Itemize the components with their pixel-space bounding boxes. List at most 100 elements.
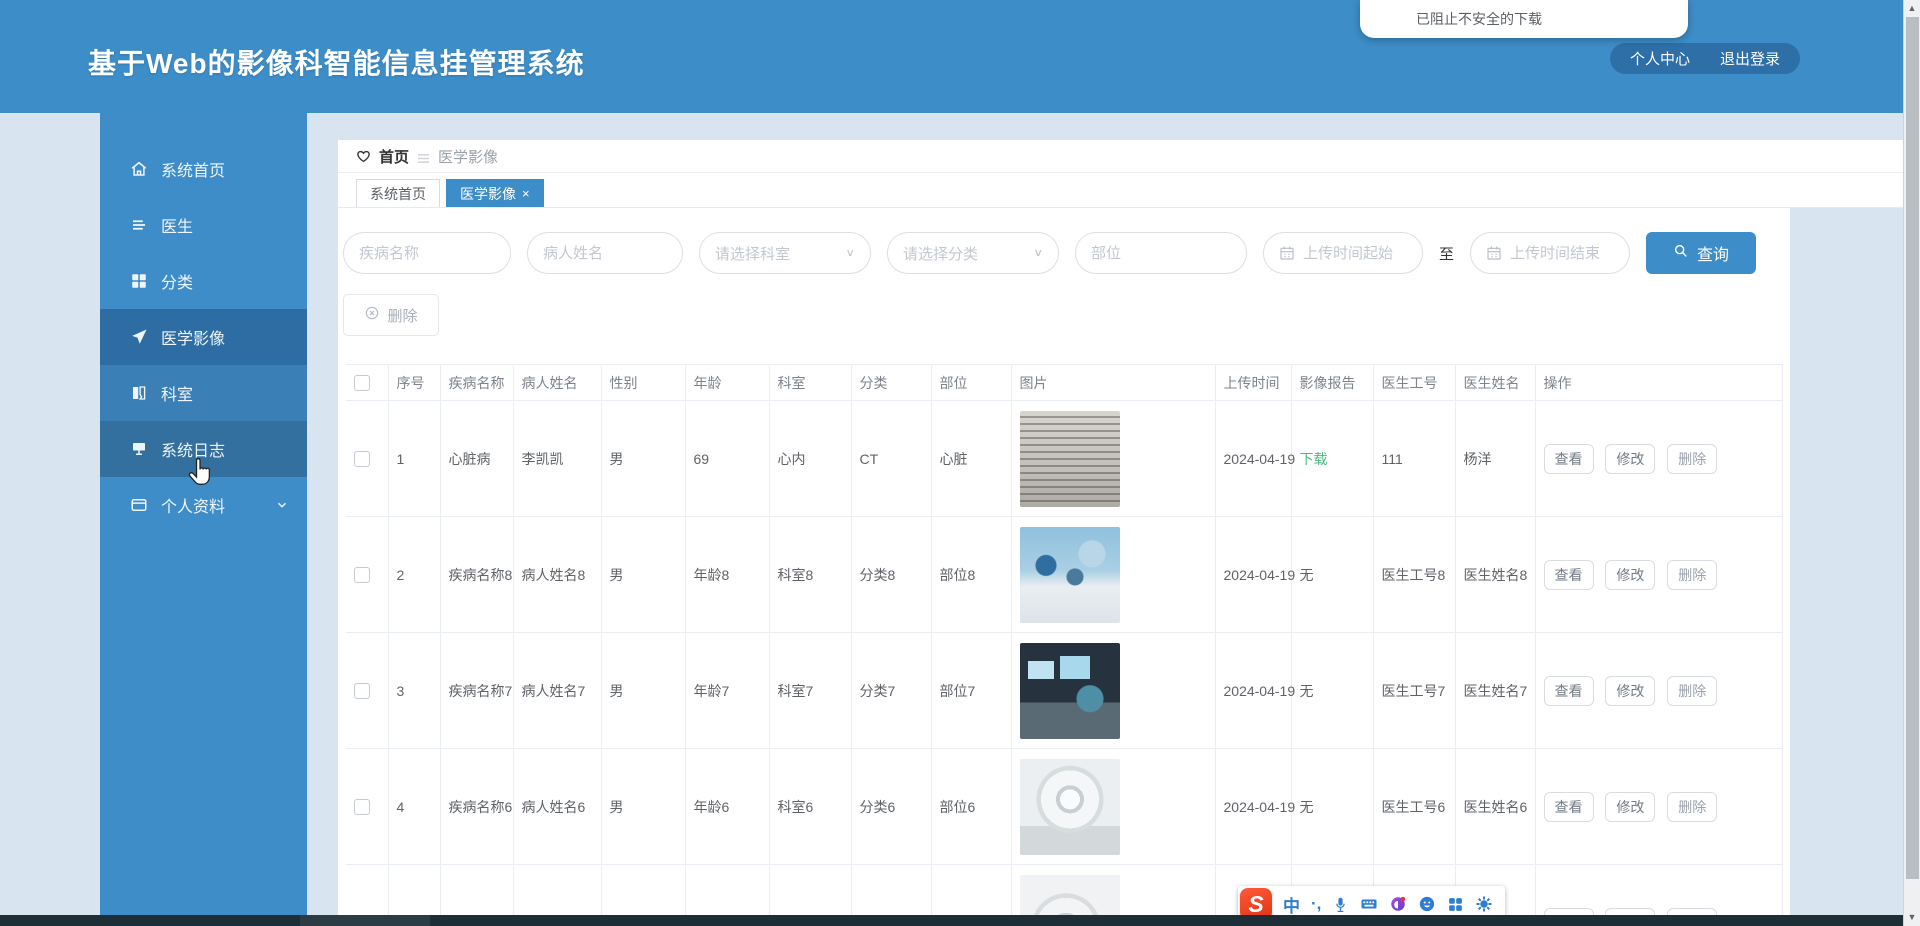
view-button[interactable]: 查看 (1543, 675, 1594, 706)
chinese-mode-icon[interactable]: 中 (1283, 892, 1300, 917)
content-card: 请选择科室 ∨ 请选择分类 ∨ 至 (338, 208, 1790, 915)
sidebar-item-departments[interactable]: 科室 (100, 365, 307, 421)
upload-date-start-input[interactable] (1303, 244, 1407, 262)
settings-gear-icon[interactable] (1475, 895, 1493, 913)
select-all-checkbox[interactable] (354, 375, 370, 392)
tab-system-home[interactable]: 系统首页 (356, 179, 440, 207)
tab-bar: 系统首页 医学影像 × (338, 173, 1903, 207)
col-actions: 操作 (1535, 364, 1783, 401)
view-button[interactable]: 查看 (1543, 443, 1594, 474)
punctuation-icon[interactable]: ·, (1311, 894, 1321, 914)
mouse-cursor-hand (186, 458, 214, 488)
table-row: 4 疾病名称6 病人姓名6 男 年龄6 科室6 分类6 部位6 2024-04-… (346, 748, 1783, 865)
col-upload: 上传时间 (1215, 364, 1292, 401)
vertical-scrollbar[interactable]: ▲ ▼ (1903, 0, 1920, 926)
search-icon (1673, 243, 1689, 264)
book-icon (130, 384, 148, 402)
disease-name-input[interactable] (359, 244, 495, 262)
tab-close-icon[interactable]: × (522, 187, 530, 200)
search-button[interactable]: 查询 (1646, 232, 1757, 274)
col-doctor-name: 医生姓名 (1455, 364, 1536, 401)
radiology-workstation-photo[interactable] (1019, 642, 1120, 739)
heart-icon (356, 149, 371, 164)
sidebar-item-doctors[interactable]: 医生 (100, 197, 307, 253)
edit-button[interactable]: 修改 (1605, 675, 1656, 706)
category-select[interactable]: 请选择分类 ∨ (887, 232, 1059, 274)
content-topbar: 首页 医学影像 系统首页 医学影像 × (338, 140, 1903, 208)
taskbar-segment (300, 915, 430, 926)
sidebar-item-system-home[interactable]: 系统首页 (100, 141, 307, 197)
report-document-photo[interactable] (1019, 410, 1120, 507)
edit-button[interactable]: 修改 (1605, 559, 1656, 590)
ct-scanner-photo[interactable] (1019, 758, 1120, 855)
body-part-input[interactable] (1091, 244, 1231, 262)
breadcrumb-separator-icon (417, 151, 430, 163)
sidebar-item-label: 医生 (161, 219, 194, 236)
row-checkbox[interactable] (354, 683, 370, 700)
mic-icon[interactable] (1332, 896, 1349, 913)
view-button[interactable]: 查看 (1543, 907, 1594, 915)
grid-icon (130, 272, 148, 290)
calendar-icon (1279, 245, 1295, 261)
department-select[interactable]: 请选择科室 ∨ (699, 232, 871, 274)
table-row: 5 疾病名称5 病人姓名5 男 年龄5 科室5 分类5 部位5 2024-04-… (346, 864, 1783, 915)
disease-name-field[interactable] (343, 232, 511, 274)
emoji-icon[interactable] (1418, 895, 1436, 913)
toolbox-icon[interactable] (1447, 896, 1464, 913)
view-button[interactable]: 查看 (1543, 791, 1594, 822)
edit-button[interactable]: 修改 (1605, 443, 1656, 474)
sidebar-item-medical-images[interactable]: 医学影像 (100, 309, 307, 365)
app-window: 基于Web的影像科智能信息挂管理系统 个人中心 退出登录 已阻止不安全的下载 系… (0, 0, 1920, 926)
breadcrumb-current: 医学影像 (438, 148, 499, 166)
medical-images-table: 序号 疾病名称 病人姓名 性别 年龄 科室 分类 部位 图片 上传时间 影像报告… (346, 364, 1783, 915)
delete-button[interactable]: 删除 (1667, 791, 1718, 822)
home-icon (130, 160, 148, 178)
logout-link[interactable]: 退出登录 (1720, 48, 1780, 69)
delete-button[interactable]: 删除 (1667, 443, 1718, 474)
col-part: 部位 (931, 364, 1012, 401)
upload-date-start-picker[interactable] (1263, 232, 1423, 274)
tab-medical-images[interactable]: 医学影像 × (446, 179, 544, 207)
patient-name-field[interactable] (527, 232, 683, 274)
ct-scanner-photo[interactable] (1019, 874, 1120, 915)
skin-icon[interactable] (1389, 895, 1407, 913)
send-icon (130, 328, 148, 346)
delete-button[interactable]: 删除 (1667, 907, 1718, 915)
batch-delete-button[interactable]: 删除 (343, 294, 439, 336)
keyboard-icon[interactable] (1360, 895, 1378, 913)
delete-button[interactable]: 删除 (1667, 675, 1718, 706)
sidebar-item-categories[interactable]: 分类 (100, 253, 307, 309)
body-part-field[interactable] (1075, 232, 1247, 274)
date-range-to-label: 至 (1439, 245, 1455, 263)
breadcrumb: 首页 医学影像 (338, 140, 1903, 173)
upload-date-end-input[interactable] (1510, 244, 1615, 262)
scroll-down-arrow[interactable]: ▼ (1904, 909, 1920, 926)
col-report: 影像报告 (1291, 364, 1374, 401)
patient-name-input[interactable] (543, 244, 667, 262)
row-checkbox[interactable] (354, 567, 370, 584)
row-checkbox[interactable] (354, 799, 370, 816)
breadcrumb-home[interactable]: 首页 (379, 146, 409, 167)
edit-button[interactable]: 修改 (1605, 791, 1656, 822)
view-button[interactable]: 查看 (1543, 559, 1594, 590)
app-title: 基于Web的影像科智能信息挂管理系统 (88, 48, 585, 79)
col-doctor-id: 医生工号 (1373, 364, 1456, 401)
upload-date-end-picker[interactable] (1470, 232, 1631, 274)
header-nav: 个人中心 退出登录 (1609, 43, 1800, 74)
sidebar-item-label: 系统首页 (161, 163, 226, 180)
profile-center-link[interactable]: 个人中心 (1630, 48, 1690, 69)
col-patient: 病人姓名 (513, 364, 602, 401)
download-report-link[interactable]: 下载 (1300, 451, 1328, 467)
row-checkbox[interactable] (354, 451, 370, 468)
scrollbar-thumb[interactable] (1906, 17, 1919, 879)
scroll-up-arrow[interactable]: ▲ (1904, 0, 1920, 17)
operating-room-photo[interactable] (1019, 526, 1120, 623)
bottom-taskbar-edge (0, 915, 1903, 926)
edit-button[interactable]: 修改 (1605, 907, 1656, 915)
delete-button[interactable]: 删除 (1667, 559, 1718, 590)
download-blocked-notification[interactable]: 已阻止不安全的下载 (1360, 0, 1688, 38)
list-icon (130, 216, 148, 234)
id-card-icon (130, 496, 148, 514)
calendar-icon (1486, 245, 1502, 261)
table-row: 3 疾病名称7 病人姓名7 男 年龄7 科室7 分类7 部位7 2024-04-… (346, 632, 1783, 749)
